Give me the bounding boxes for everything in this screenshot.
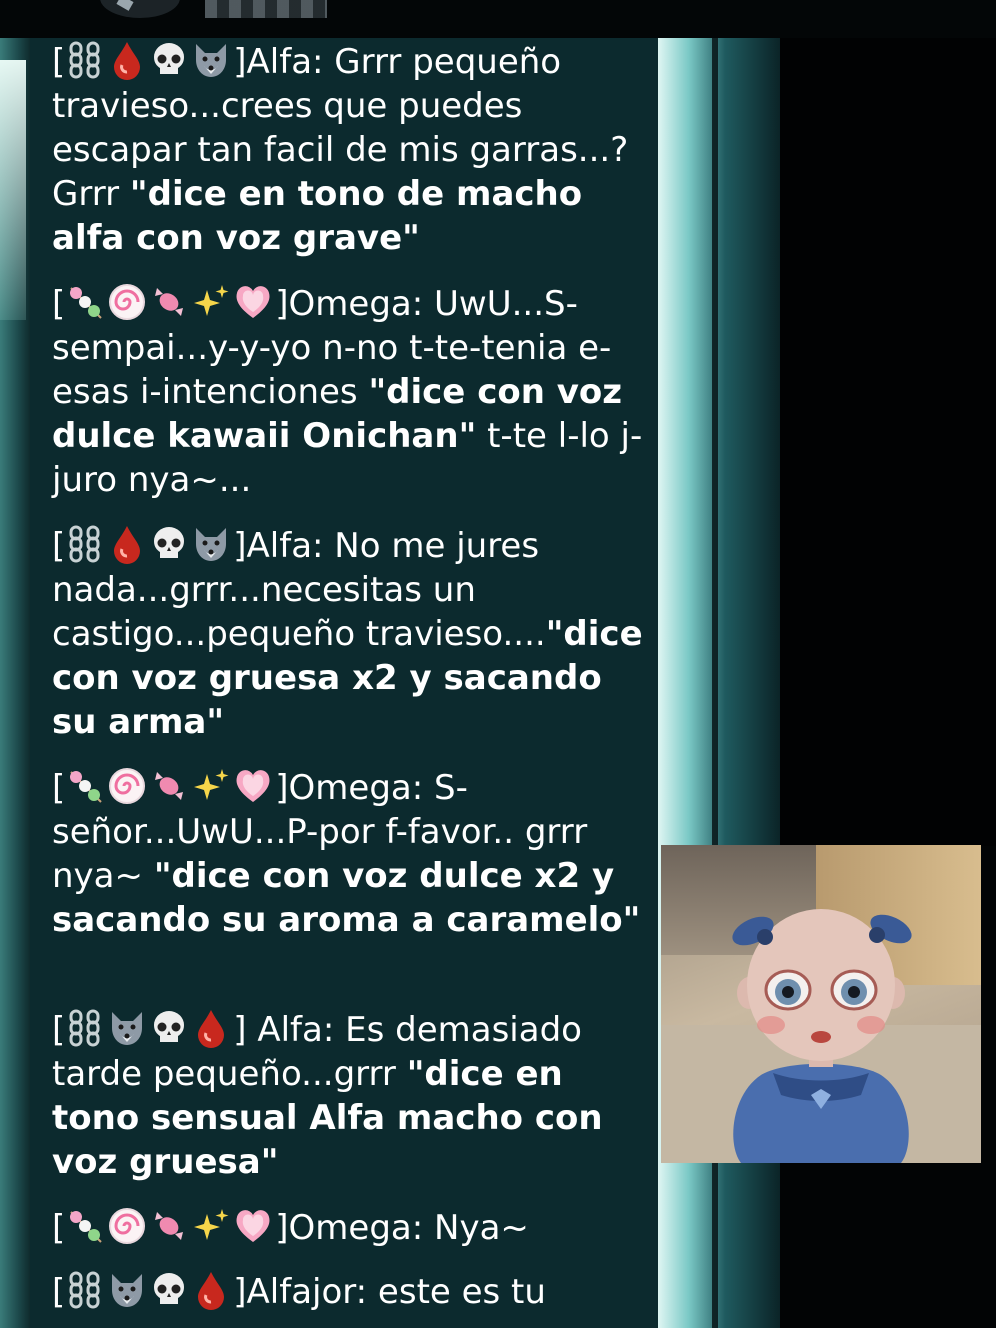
candy-skewer-icon [70, 771, 102, 803]
emoji-prefix: [ [52, 768, 275, 808]
background-dark [780, 38, 996, 846]
message-alfa-3: [] Alfa: Es demasiado tarde pequeño...gr… [52, 1008, 652, 1184]
candy-skewer-icon [70, 287, 102, 319]
skull-icon [154, 43, 185, 74]
doll-sticker[interactable] [661, 845, 981, 1163]
blood-drop-icon [114, 42, 141, 80]
message-alfa-2: []Alfa: No me jures nada...grrr...necesi… [52, 524, 652, 744]
sender-name: ]Alfa: [233, 42, 324, 82]
wolf-icon [112, 1012, 143, 1045]
candy-icon [155, 288, 184, 316]
glowing-heart-icon [236, 1210, 270, 1242]
chains-icon [69, 1009, 100, 1047]
candy-skewer-icon [70, 1211, 102, 1243]
message-alfajor: []Alfajor: este es tu [52, 1270, 652, 1314]
sender-name: ]Omega: [275, 1208, 424, 1248]
emoji-prefix: [ [52, 41, 233, 82]
skull-icon [154, 1011, 185, 1042]
chat-text-panel: []Alfa: Grrr pequeño travieso...crees qu… [30, 38, 658, 1328]
fish-cake-icon [109, 1208, 146, 1244]
blood-drop-icon [114, 526, 141, 564]
sender-name: ] Alfa: [233, 1010, 335, 1050]
message-alfa-1: []Alfa: Grrr pequeño travieso...crees qu… [52, 40, 652, 260]
fish-cake-icon [109, 768, 146, 804]
contact-avatar[interactable] [100, 0, 180, 18]
blood-drop-icon [198, 1010, 225, 1048]
chains-icon [69, 525, 100, 563]
emoji-prefix: [ [52, 1208, 275, 1248]
emoji-prefix: [ [52, 1009, 233, 1050]
sender-name: ]Alfa: [233, 526, 324, 566]
background-light [0, 60, 26, 320]
emoji-prefix: [ [52, 1271, 233, 1312]
sparkles-icon [194, 285, 229, 316]
glowing-heart-icon [236, 770, 270, 802]
sparkles-icon [194, 769, 229, 800]
wolf-icon [196, 528, 227, 561]
emoji-prefix: [ [52, 525, 233, 566]
wolf-icon [112, 1274, 143, 1307]
message-text: Nya~ [423, 1208, 529, 1248]
message-text: este es tu [367, 1272, 546, 1312]
wolf-icon [196, 44, 227, 77]
contact-name-blurred[interactable] [205, 0, 327, 18]
emoji-prefix: [ [52, 284, 275, 324]
doll-figure [732, 909, 912, 1163]
message-omega-3: []Omega: Nya~ [52, 1206, 652, 1250]
fish-cake-icon [109, 284, 146, 320]
candy-icon [155, 772, 184, 800]
top-bar [0, 0, 996, 38]
message-omega-1: []Omega: UwU...S-sempai...y-y-yo n-no t-… [52, 282, 652, 502]
sender-name: ]Omega: [275, 284, 424, 324]
sparkles-icon [194, 1209, 229, 1240]
blood-drop-icon [198, 1272, 225, 1310]
sender-name: ]Omega: [275, 768, 424, 808]
sender-name: ]Alfajor: [233, 1272, 368, 1312]
candy-icon [155, 1212, 184, 1240]
chains-icon [69, 41, 100, 79]
chains-icon [69, 1271, 100, 1309]
skull-icon [154, 527, 185, 558]
message-omega-2: []Omega: S-señor...UwU...P-por f-favor..… [52, 766, 652, 942]
glowing-heart-icon [236, 286, 270, 318]
message-action-text: "dice en tono de macho alfa con voz grav… [52, 174, 583, 258]
skull-icon [154, 1273, 185, 1304]
